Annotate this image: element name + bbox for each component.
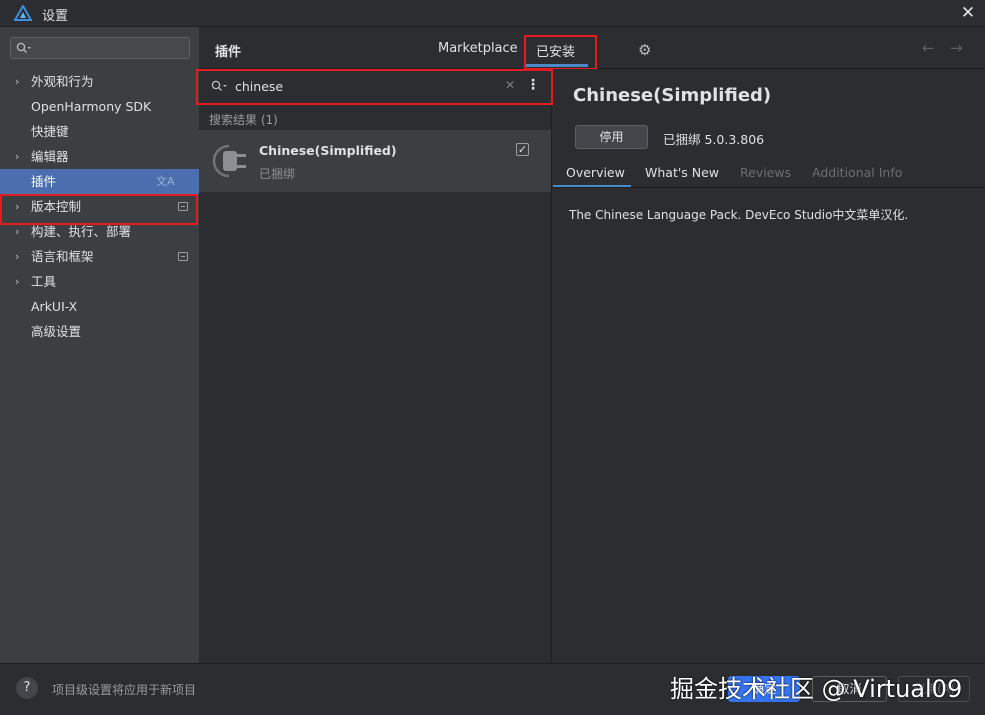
arrow-right-icon[interactable]: → <box>950 39 963 57</box>
translate-icon: 文A <box>156 175 175 188</box>
plug-icon <box>212 144 246 178</box>
results-count: 搜索结果 (1) <box>209 113 278 127</box>
plugin-list-pane: chinese ✕ ⋮ 搜索结果 (1) Chinese(Simplified)… <box>196 69 553 663</box>
chevron-right-icon[interactable]: › <box>15 144 25 169</box>
dialog-footer: ? 项目级设置将应用于新项目 确定 取消 应用(A) 掘金技术社区 @ Virt… <box>0 663 985 715</box>
footer-note: 项目级设置将应用于新项目 <box>52 683 197 697</box>
sidebar-item-label: 快捷键 <box>31 124 69 139</box>
project-settings-icon <box>178 252 188 261</box>
tab-marketplace[interactable]: Marketplace <box>438 41 518 56</box>
chevron-right-icon[interactable]: › <box>15 269 25 294</box>
plugin-name: Chinese(Simplified) <box>259 143 397 158</box>
watermark: 掘金技术社区 @ Virtual09 <box>670 675 963 703</box>
settings-sidebar: › 外观和行为 OpenHarmony SDK 快捷键 › 编辑器 插件 文A … <box>0 27 199 663</box>
help-icon[interactable]: ? <box>16 677 38 699</box>
tab-whats-new[interactable]: What's New <box>645 165 719 180</box>
tab-overview[interactable]: Overview <box>566 165 625 180</box>
list-item[interactable]: Chinese(Simplified) 已捆绑 ✓ <box>199 130 551 192</box>
search-icon <box>16 42 31 53</box>
highlight-box <box>196 69 553 105</box>
plugin-description: The Chinese Language Pack. DevEco Studio… <box>569 208 909 222</box>
sidebar-item-label: OpenHarmony SDK <box>31 99 152 114</box>
sidebar-item-label: 语言和框架 <box>31 249 94 264</box>
gear-icon[interactable]: ⚙ <box>638 41 651 59</box>
detail-tabs: Overview What's New Reviews Additional I… <box>553 161 985 188</box>
sidebar-item-appearance[interactable]: › 外观和行为 <box>0 69 199 94</box>
active-tab-indicator <box>553 185 631 187</box>
page-title: 插件 <box>215 45 242 60</box>
sidebar-item-label: 插件 <box>31 174 57 189</box>
sidebar-item-label: ArkUI-X <box>31 299 78 314</box>
sidebar-search-input[interactable] <box>10 37 190 59</box>
sidebar-item-editor[interactable]: › 编辑器 <box>0 144 199 169</box>
deveco-logo-icon <box>14 5 32 21</box>
arrow-left-icon[interactable]: ← <box>922 39 935 57</box>
tab-additional-info[interactable]: Additional Info <box>812 165 902 180</box>
plugin-detail-pane: Chinese(Simplified) 停用 已捆绑 5.0.3.806 Ove… <box>553 69 985 663</box>
highlight-box <box>524 35 597 70</box>
sidebar-item-tools[interactable]: › 工具 <box>0 269 199 294</box>
chevron-right-icon[interactable]: › <box>15 69 25 94</box>
window-title: 设置 <box>42 9 69 24</box>
sidebar-item-label: 外观和行为 <box>31 74 94 89</box>
sidebar-item-label: 编辑器 <box>31 149 69 164</box>
sidebar-item-label: 工具 <box>31 274 57 289</box>
sidebar-item-advanced[interactable]: 高级设置 <box>0 319 199 344</box>
disable-button[interactable]: 停用 <box>575 125 648 149</box>
sidebar-item-languages[interactable]: › 语言和框架 <box>0 244 199 269</box>
sidebar-item-label: 构建、执行、部署 <box>31 224 132 239</box>
plugins-panel: 插件 Marketplace 已安装 ⚙ ← → chinese ✕ ⋮ 搜索结… <box>196 27 985 663</box>
tab-reviews[interactable]: Reviews <box>740 165 791 180</box>
sidebar-item-arkui-x[interactable]: ArkUI-X <box>0 294 199 319</box>
highlight-box <box>0 194 198 225</box>
plugin-enabled-checkbox[interactable]: ✓ <box>516 143 529 156</box>
sidebar-item-keymap[interactable]: 快捷键 <box>0 119 199 144</box>
bundled-version: 已捆绑 5.0.3.806 <box>663 132 765 147</box>
plugin-detail-title: Chinese(Simplified) <box>573 85 772 106</box>
plugin-status: 已捆绑 <box>259 167 296 181</box>
sidebar-item-label: 高级设置 <box>31 324 82 339</box>
plugins-header: 插件 Marketplace 已安装 ⚙ ← → <box>199 27 985 70</box>
title-bar: 设置 ✕ <box>0 0 985 27</box>
sidebar-item-plugins[interactable]: 插件 文A <box>0 169 199 194</box>
sidebar-item-sdk[interactable]: OpenHarmony SDK <box>0 94 199 119</box>
close-icon[interactable]: ✕ <box>956 2 980 24</box>
chevron-right-icon[interactable]: › <box>15 244 25 269</box>
